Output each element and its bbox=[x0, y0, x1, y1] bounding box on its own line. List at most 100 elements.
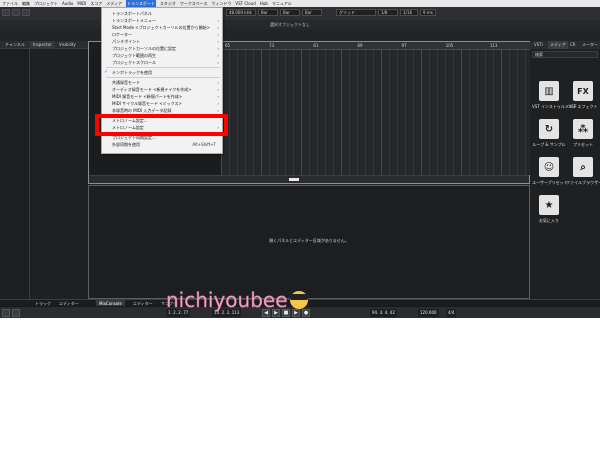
media-search-input[interactable]: 検索 bbox=[532, 51, 598, 58]
menu-item[interactable]: プロジェクト bbox=[34, 0, 58, 7]
media-tile-label: ファイルブラウザー bbox=[566, 180, 600, 185]
grid-line bbox=[261, 50, 262, 175]
dropdown-menu-item-label: 非録音時の MIDI 入力データ記録 bbox=[112, 108, 172, 113]
dropdown-menu-item[interactable]: MIDI サイクル録音モード <ミックス> › bbox=[102, 100, 222, 107]
menu-item[interactable]: ファイル bbox=[2, 0, 18, 7]
transport-button[interactable] bbox=[2, 309, 10, 317]
dropdown-menu-item[interactable]: オーディオ録音モード <新規テイクを作成> › bbox=[102, 86, 222, 93]
tab-meter[interactable]: メーター bbox=[580, 41, 600, 49]
latency-field[interactable]: 9 ms bbox=[420, 9, 436, 16]
menu-item[interactable]: MIDI bbox=[77, 0, 86, 7]
user-preset-icon: ☺ bbox=[539, 157, 559, 177]
sample-rate-field[interactable]: 48.000 kHz bbox=[226, 9, 256, 16]
dropdown-menu-item-label: トランスポートパネル bbox=[112, 11, 152, 16]
dropdown-menu-item[interactable]: プロジェクトカーソルの位置に設定 › bbox=[102, 45, 222, 52]
grid-line bbox=[357, 50, 358, 175]
toolbar-field[interactable]: Bar bbox=[258, 9, 278, 16]
dropdown-menu-item[interactable]: 外部同期を使用 Alt+Shift+T bbox=[102, 141, 222, 148]
toolbar-field[interactable]: 1/16 bbox=[400, 9, 418, 16]
dropdown-menu-item[interactable]: 非録音時の MIDI 入力データ記録 › bbox=[102, 107, 222, 114]
grid-line bbox=[445, 50, 446, 175]
dropdown-menu-item[interactable]: パンチポイント › bbox=[102, 38, 222, 45]
dropdown-menu-item[interactable]: Start Mode <プロジェクトカーソルの位置から開始> › bbox=[102, 24, 222, 31]
inspector-panel bbox=[30, 49, 88, 299]
menu-item[interactable]: マニュアル bbox=[272, 0, 292, 7]
toolbar-button[interactable] bbox=[12, 9, 20, 16]
tab-media[interactable]: メディア bbox=[548, 41, 568, 49]
loop-icon: ↻ bbox=[539, 119, 559, 139]
grid-line bbox=[269, 50, 270, 175]
media-tile[interactable]: FX VST エフェクト bbox=[566, 79, 600, 113]
menu-item[interactable]: トランスポート bbox=[126, 0, 156, 7]
media-tile-label: VST エフェクト bbox=[568, 104, 598, 109]
dropdown-menu-item-label: オーディオ録音モード <新規テイクを作成> bbox=[112, 87, 192, 92]
toolbar: 48.000 kHz Bar Bar Bar グリッド 1/8 1/16 9 m… bbox=[0, 7, 600, 29]
timeline-ruler[interactable]: 65 73 81 89 97 105 113 bbox=[221, 42, 530, 50]
chevron-right-icon: › bbox=[217, 60, 219, 65]
dropdown-menu-item[interactable]: 共通録音モード › bbox=[102, 79, 222, 86]
menu-item[interactable]: 編集 bbox=[22, 0, 30, 7]
tab-channel[interactable]: チャンネル bbox=[2, 41, 28, 49]
menu-item[interactable]: VST Cloud bbox=[235, 0, 255, 7]
tab-inspector[interactable]: Inspector bbox=[30, 41, 55, 49]
dropdown-menu-item-label: パンチポイント bbox=[112, 39, 141, 44]
tempo-display[interactable]: 120.000 bbox=[418, 309, 439, 317]
media-tile-label: プリセット bbox=[573, 142, 593, 147]
dropdown-menu-item[interactable]: プロジェクト範囲の再生 › bbox=[102, 52, 222, 59]
dropdown-menu-item-label: MIDI サイクル録音モード <ミックス> bbox=[112, 101, 182, 106]
quantize-select[interactable]: 1/8 bbox=[378, 9, 398, 16]
event-display[interactable] bbox=[221, 50, 530, 175]
media-tile[interactable]: ⌕ ファイルブラウザー bbox=[566, 155, 600, 189]
dropdown-menu-item-label: テンポトラックを使用 bbox=[112, 70, 152, 75]
grid-line bbox=[389, 50, 390, 175]
chevron-right-icon: › bbox=[217, 53, 219, 58]
dropdown-menu-item[interactable]: トランスポートメニュー › bbox=[102, 17, 222, 24]
tab-vsti[interactable]: VSTi bbox=[532, 41, 545, 49]
toolbar-button[interactable] bbox=[22, 9, 30, 16]
menu-item[interactable]: Hub bbox=[260, 0, 268, 7]
menu-item[interactable]: Audio bbox=[62, 0, 73, 7]
media-tile[interactable]: ▥ VST インストゥルメント bbox=[532, 79, 577, 113]
media-tile[interactable]: ★ お気に入り bbox=[532, 193, 566, 227]
tab-cr[interactable]: CR bbox=[568, 41, 578, 49]
media-tile[interactable]: ⁂ プリセット bbox=[566, 117, 600, 151]
dropdown-menu-item[interactable]: トランスポートパネル bbox=[102, 10, 222, 17]
media-tile-label: VST インストゥルメント bbox=[532, 104, 577, 109]
grid-line bbox=[309, 50, 310, 175]
menu-item[interactable]: ワークスペース bbox=[180, 0, 207, 7]
toolbar-field[interactable]: Bar bbox=[280, 9, 300, 16]
horizontal-scrollbar[interactable] bbox=[89, 175, 529, 183]
media-tile[interactable]: ↻ ループ & サンプル bbox=[532, 117, 566, 151]
media-tile[interactable]: ☺ ユーザープリセット bbox=[532, 155, 568, 189]
dropdown-menu-item[interactable]: テンポトラックを使用 ✓ bbox=[102, 69, 222, 76]
dropdown-menu-item[interactable]: ロケーター › bbox=[102, 31, 222, 38]
grid-select[interactable]: グリッド bbox=[336, 9, 376, 16]
position-display[interactable]: 94. 4. 4. 42 bbox=[370, 309, 397, 317]
chevron-right-icon: › bbox=[217, 25, 219, 30]
transport-button[interactable] bbox=[12, 309, 20, 317]
chevron-right-icon: › bbox=[217, 32, 219, 37]
menu-item[interactable]: ウィンドウ bbox=[211, 0, 231, 7]
chevron-right-icon: › bbox=[217, 46, 219, 51]
grid-line bbox=[501, 50, 502, 175]
project-info-bar: 選択オブジェクトなし bbox=[0, 20, 600, 29]
scroll-thumb[interactable] bbox=[289, 178, 299, 181]
dropdown-menu-item-label: プロジェクトカーソルの位置に設定 bbox=[112, 46, 176, 51]
toolbar-button[interactable] bbox=[2, 9, 10, 16]
media-tile-label: ユーザープリセット bbox=[532, 180, 568, 185]
menu-item[interactable]: スコア bbox=[90, 0, 102, 7]
menu-item[interactable]: スタジオ bbox=[160, 0, 176, 7]
dropdown-menu-item[interactable]: プロジェクトスクロール › bbox=[102, 59, 222, 66]
grid-line bbox=[349, 50, 350, 175]
ruler-bar-number: 97 bbox=[401, 43, 407, 48]
grid-line bbox=[373, 50, 374, 175]
menu-item[interactable]: メディア bbox=[106, 0, 122, 7]
chevron-right-icon: › bbox=[217, 108, 219, 113]
signature-display[interactable]: 4/4 bbox=[446, 309, 457, 317]
ruler-bar-number: 105 bbox=[445, 43, 454, 48]
tab-visibility[interactable]: Visibility bbox=[56, 41, 79, 49]
toolbar-field[interactable]: Bar bbox=[302, 9, 322, 16]
project-title: 選択オブジェクトなし bbox=[270, 22, 310, 27]
dropdown-menu-item[interactable]: MIDI 録音モード <新規パートを作成> › bbox=[102, 93, 222, 100]
lower-zone: 開くパネルとエディター区域がありません。 bbox=[88, 185, 530, 299]
